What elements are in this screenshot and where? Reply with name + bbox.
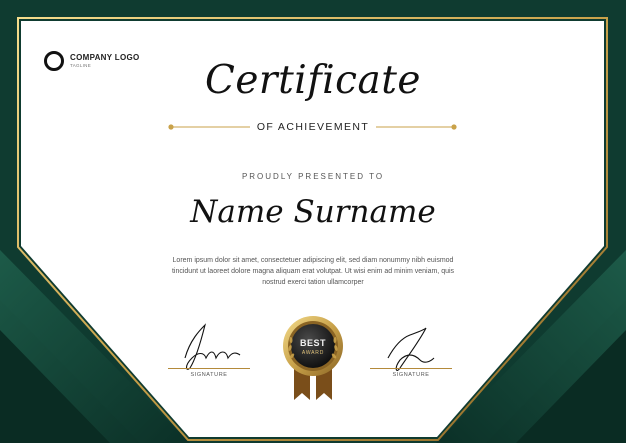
presented-to-label: PROUDLY PRESENTED TO <box>241 172 385 181</box>
signature-line-right <box>370 368 452 369</box>
certificate-body-text: Lorem ipsum dolor sit amet, consectetuer… <box>171 257 455 286</box>
signature-line-left <box>168 368 250 369</box>
certificate-page: COMPANY LOGO TAGLINE Certificate OF ACHI… <box>0 0 626 443</box>
award-badge-subtitle: AWARD <box>301 350 325 356</box>
signature-label-right: SIGNATURE <box>392 372 430 378</box>
recipient-name: Name Surname <box>190 194 436 230</box>
certificate-subtitle: OF ACHIEVEMENT <box>256 121 370 133</box>
award-badge-title: BEST <box>299 338 326 348</box>
certificate-title: Certificate <box>205 58 421 103</box>
signature-label-left: SIGNATURE <box>190 372 228 378</box>
